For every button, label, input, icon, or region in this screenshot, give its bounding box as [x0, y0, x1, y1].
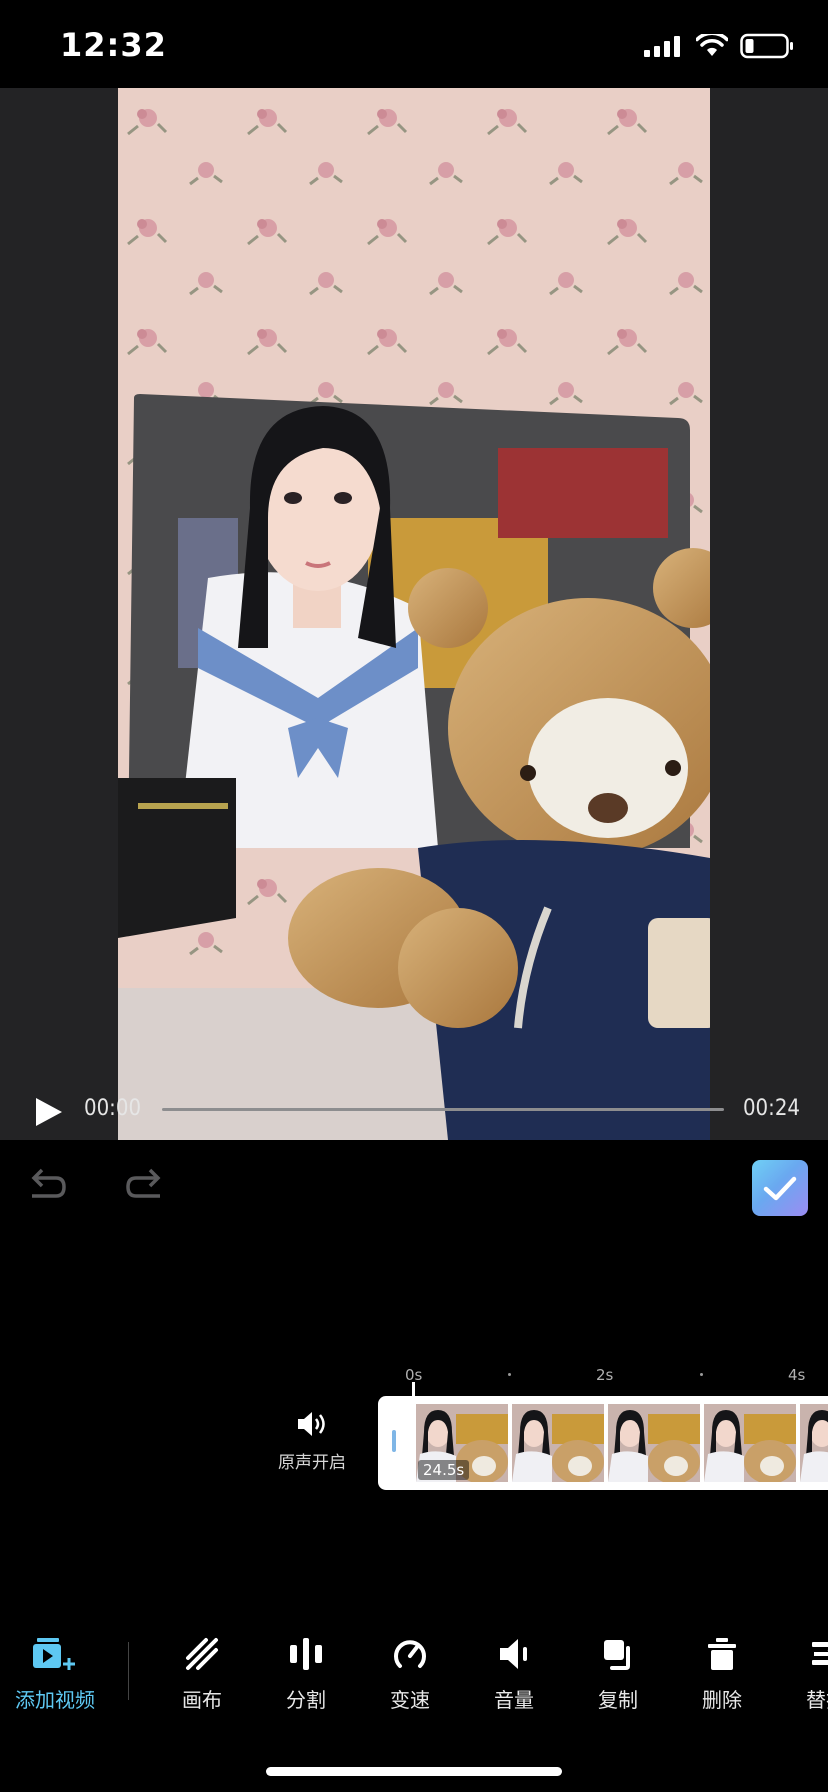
ruler-dot: [700, 1373, 703, 1376]
add-video-label: 添加视频: [15, 1688, 95, 1712]
home-indicator[interactable]: [266, 1767, 562, 1776]
canvas-button[interactable]: 画布: [157, 1636, 247, 1713]
volume-label: 音量: [494, 1688, 534, 1712]
clip-thumbnail: [800, 1404, 828, 1482]
copy-icon: [604, 1640, 630, 1670]
add-video-button[interactable]: 添加视频: [10, 1636, 100, 1713]
progress-scrubber[interactable]: [162, 1108, 724, 1111]
delete-button[interactable]: 删除: [677, 1636, 767, 1713]
clip-thumbnail: [704, 1404, 796, 1482]
replace-button[interactable]: 替换: [781, 1636, 828, 1713]
bottom-toolbar: 添加视频 画布 分割 变速 音量 复制 删除 替: [0, 1636, 828, 1726]
speed-button[interactable]: 变速: [365, 1636, 455, 1713]
toolbar-divider: [128, 1642, 129, 1700]
status-time: 12:32: [60, 26, 167, 64]
copy-label: 复制: [598, 1688, 638, 1712]
timeline-playhead[interactable]: [412, 1382, 415, 1490]
copy-button[interactable]: 复制: [573, 1636, 663, 1713]
split-label: 分割: [286, 1688, 326, 1712]
speaker-icon: [298, 1412, 325, 1436]
canvas-icon: [186, 1638, 218, 1670]
delete-icon: [708, 1638, 736, 1670]
split-icon: [290, 1638, 322, 1670]
canvas-label: 画布: [182, 1688, 222, 1712]
delete-label: 删除: [702, 1688, 742, 1712]
video-frame: [118, 88, 710, 1140]
total-time: 00:24: [742, 1096, 800, 1121]
video-frame-image: [118, 88, 710, 1140]
status-icons: [644, 33, 794, 59]
volume-icon: [500, 1639, 527, 1669]
clip-duration-badge: 24.5s: [418, 1460, 470, 1480]
ruler-dot: [508, 1373, 511, 1376]
split-button[interactable]: 分割: [261, 1636, 351, 1713]
replace-icon: [812, 1642, 828, 1665]
undo-button[interactable]: [26, 1166, 70, 1206]
current-time: 00:00: [84, 1096, 142, 1121]
battery-icon: [740, 33, 793, 59]
add-video-icon: [33, 1638, 75, 1670]
clip-trim-handle[interactable]: [392, 1430, 396, 1452]
clip-thumbnails: [416, 1404, 828, 1482]
signal-icon: [644, 36, 680, 57]
speed-label: 变速: [390, 1688, 430, 1712]
ruler-label-2s: 2s: [596, 1366, 614, 1384]
video-preview[interactable]: [0, 88, 828, 1140]
clip-thumbnail: [608, 1404, 700, 1482]
replace-label: 替换: [806, 1688, 828, 1712]
speed-icon: [394, 1640, 426, 1668]
redo-button[interactable]: [122, 1166, 166, 1206]
original-sound-toggle[interactable]: 原声开启: [270, 1410, 354, 1473]
checkmark-icon: [763, 1176, 797, 1201]
ruler-label-4s: 4s: [788, 1366, 806, 1384]
play-button[interactable]: [34, 1096, 64, 1128]
volume-button[interactable]: 音量: [469, 1636, 559, 1713]
video-clip-track[interactable]: 24.5s: [378, 1396, 828, 1490]
clip-thumbnail: [512, 1404, 604, 1482]
wifi-icon: [696, 34, 728, 56]
original-sound-label: 原声开启: [278, 1453, 346, 1473]
status-bar: 12:32: [0, 0, 828, 88]
confirm-button[interactable]: [752, 1160, 808, 1216]
